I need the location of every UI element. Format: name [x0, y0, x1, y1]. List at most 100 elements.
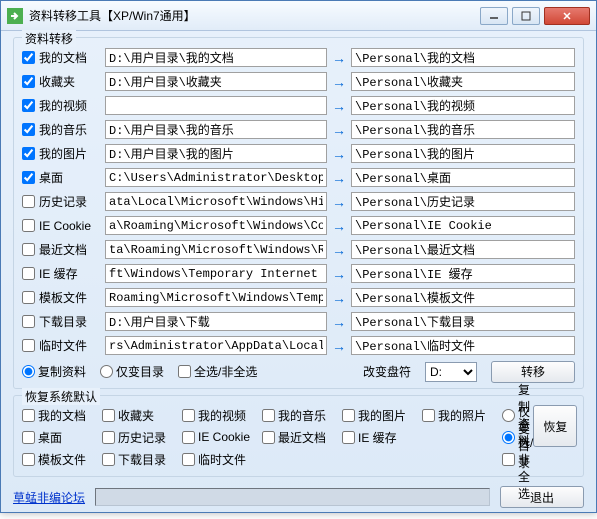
- row-checkbox[interactable]: [22, 315, 35, 328]
- drive-select[interactable]: D:: [425, 362, 477, 382]
- dest-path-input[interactable]: [351, 168, 575, 187]
- row-checkbox[interactable]: [22, 291, 35, 304]
- radio-dironly[interactable]: 仅变目录: [100, 363, 164, 380]
- row-label: 我的图片: [39, 145, 105, 162]
- source-path-input[interactable]: [105, 192, 327, 211]
- arrow-icon: →: [327, 290, 351, 306]
- source-path-input[interactable]: [105, 264, 327, 283]
- restore-checkbox[interactable]: 历史记录: [102, 429, 182, 446]
- restore-checkbox[interactable]: 我的音乐: [262, 407, 342, 424]
- source-path-input[interactable]: [105, 336, 327, 355]
- row-checkbox[interactable]: [22, 147, 35, 160]
- radio-copy[interactable]: 复制资料: [22, 363, 86, 380]
- transfer-row: 我的音乐 →: [22, 118, 575, 141]
- restore-checkbox[interactable]: 我的照片: [422, 407, 502, 424]
- source-path-input[interactable]: [105, 144, 327, 163]
- checkbox-select-all[interactable]: 全选/非全选: [178, 363, 257, 380]
- minimize-button[interactable]: [480, 7, 508, 25]
- restore-checkbox[interactable]: 我的图片: [342, 407, 422, 424]
- arrow-icon: →: [327, 122, 351, 138]
- source-path-input[interactable]: [105, 120, 327, 139]
- maximize-button[interactable]: [512, 7, 540, 25]
- restore-checkbox[interactable]: 我的文档: [22, 407, 102, 424]
- dest-path-input[interactable]: [351, 240, 575, 259]
- row-checkbox[interactable]: [22, 51, 35, 64]
- restore-legend: 恢复系统默认: [22, 388, 100, 405]
- transfer-row: 模板文件 →: [22, 286, 575, 309]
- row-label: 我的视频: [39, 97, 105, 114]
- row-label: 模板文件: [39, 289, 105, 306]
- transfer-row: 最近文档 →: [22, 238, 575, 261]
- row-label: 桌面: [39, 169, 105, 186]
- source-path-input[interactable]: [105, 72, 327, 91]
- transfer-legend: 资料转移: [22, 30, 76, 47]
- app-icon: [7, 8, 23, 24]
- transfer-row: IE 缓存→: [22, 262, 575, 285]
- transfer-row: 历史记录→: [22, 190, 575, 213]
- row-checkbox[interactable]: [22, 171, 35, 184]
- restore-select-all[interactable]: 全选/非全选: [502, 417, 533, 502]
- arrow-icon: →: [327, 74, 351, 90]
- row-checkbox[interactable]: [22, 75, 35, 88]
- dest-path-input[interactable]: [351, 96, 575, 115]
- transfer-group: 资料转移 我的文档→收藏夹→我的视频→我的音乐→我的图片→桌面→历史记录→IE …: [13, 37, 584, 389]
- restore-checkbox[interactable]: 临时文件: [182, 451, 262, 468]
- dest-path-input[interactable]: [351, 288, 575, 307]
- dest-path-input[interactable]: [351, 312, 575, 331]
- row-label: IE 缓存: [39, 265, 105, 282]
- transfer-row: 收藏夹 →: [22, 70, 575, 93]
- row-checkbox[interactable]: [22, 339, 35, 352]
- dest-path-input[interactable]: [351, 120, 575, 139]
- row-checkbox[interactable]: [22, 123, 35, 136]
- arrow-icon: →: [327, 146, 351, 162]
- row-label: 最近文档: [39, 241, 105, 258]
- row-label: 下载目录: [39, 313, 105, 330]
- restore-checkbox[interactable]: IE Cookie: [182, 430, 262, 444]
- row-checkbox[interactable]: [22, 267, 35, 280]
- source-path-input[interactable]: [105, 312, 327, 331]
- row-label: 历史记录: [39, 193, 105, 210]
- restore-checkbox[interactable]: 模板文件: [22, 451, 102, 468]
- source-path-input[interactable]: [105, 96, 327, 115]
- dest-path-input[interactable]: [351, 144, 575, 163]
- arrow-icon: →: [327, 218, 351, 234]
- restore-checkbox[interactable]: 下载目录: [102, 451, 182, 468]
- source-path-input[interactable]: [105, 240, 327, 259]
- close-button[interactable]: [544, 7, 590, 25]
- dest-path-input[interactable]: [351, 192, 575, 211]
- main-window: 资料转移工具【XP/Win7通用】 资料转移 我的文档→收藏夹→我的视频→我的音…: [0, 0, 597, 513]
- source-path-input[interactable]: [105, 288, 327, 307]
- dest-path-input[interactable]: [351, 264, 575, 283]
- restore-checkbox[interactable]: IE 缓存: [342, 429, 422, 446]
- restore-checkbox[interactable]: 收藏夹: [102, 407, 182, 424]
- row-checkbox[interactable]: [22, 195, 35, 208]
- transfer-button[interactable]: 转移: [491, 361, 575, 383]
- footer: 草蜢非编论坛 退出: [13, 483, 584, 511]
- titlebar: 资料转移工具【XP/Win7通用】: [1, 1, 596, 31]
- restore-checkbox[interactable]: 桌面: [22, 429, 102, 446]
- drive-label: 改变盘符: [363, 363, 411, 380]
- arrow-icon: →: [327, 242, 351, 258]
- source-path-input[interactable]: [105, 216, 327, 235]
- arrow-icon: →: [327, 170, 351, 186]
- restore-checkbox[interactable]: 我的视频: [182, 407, 262, 424]
- source-path-input[interactable]: [105, 48, 327, 67]
- transfer-row: 下载目录→: [22, 310, 575, 333]
- row-label: 我的音乐: [39, 121, 105, 138]
- forum-link[interactable]: 草蜢非编论坛: [13, 489, 85, 506]
- row-checkbox[interactable]: [22, 243, 35, 256]
- row-label: 收藏夹: [39, 73, 105, 90]
- arrow-icon: →: [327, 50, 351, 66]
- dest-path-input[interactable]: [351, 216, 575, 235]
- restore-button[interactable]: 恢复: [533, 405, 577, 447]
- dest-path-input[interactable]: [351, 48, 575, 67]
- row-checkbox[interactable]: [22, 219, 35, 232]
- window-buttons: [480, 7, 590, 25]
- dest-path-input[interactable]: [351, 72, 575, 91]
- row-label: 临时文件: [39, 337, 105, 354]
- restore-checkbox[interactable]: 最近文档: [262, 429, 342, 446]
- dest-path-input[interactable]: [351, 336, 575, 355]
- source-path-input[interactable]: [105, 168, 327, 187]
- row-checkbox[interactable]: [22, 99, 35, 112]
- arrow-icon: →: [327, 338, 351, 354]
